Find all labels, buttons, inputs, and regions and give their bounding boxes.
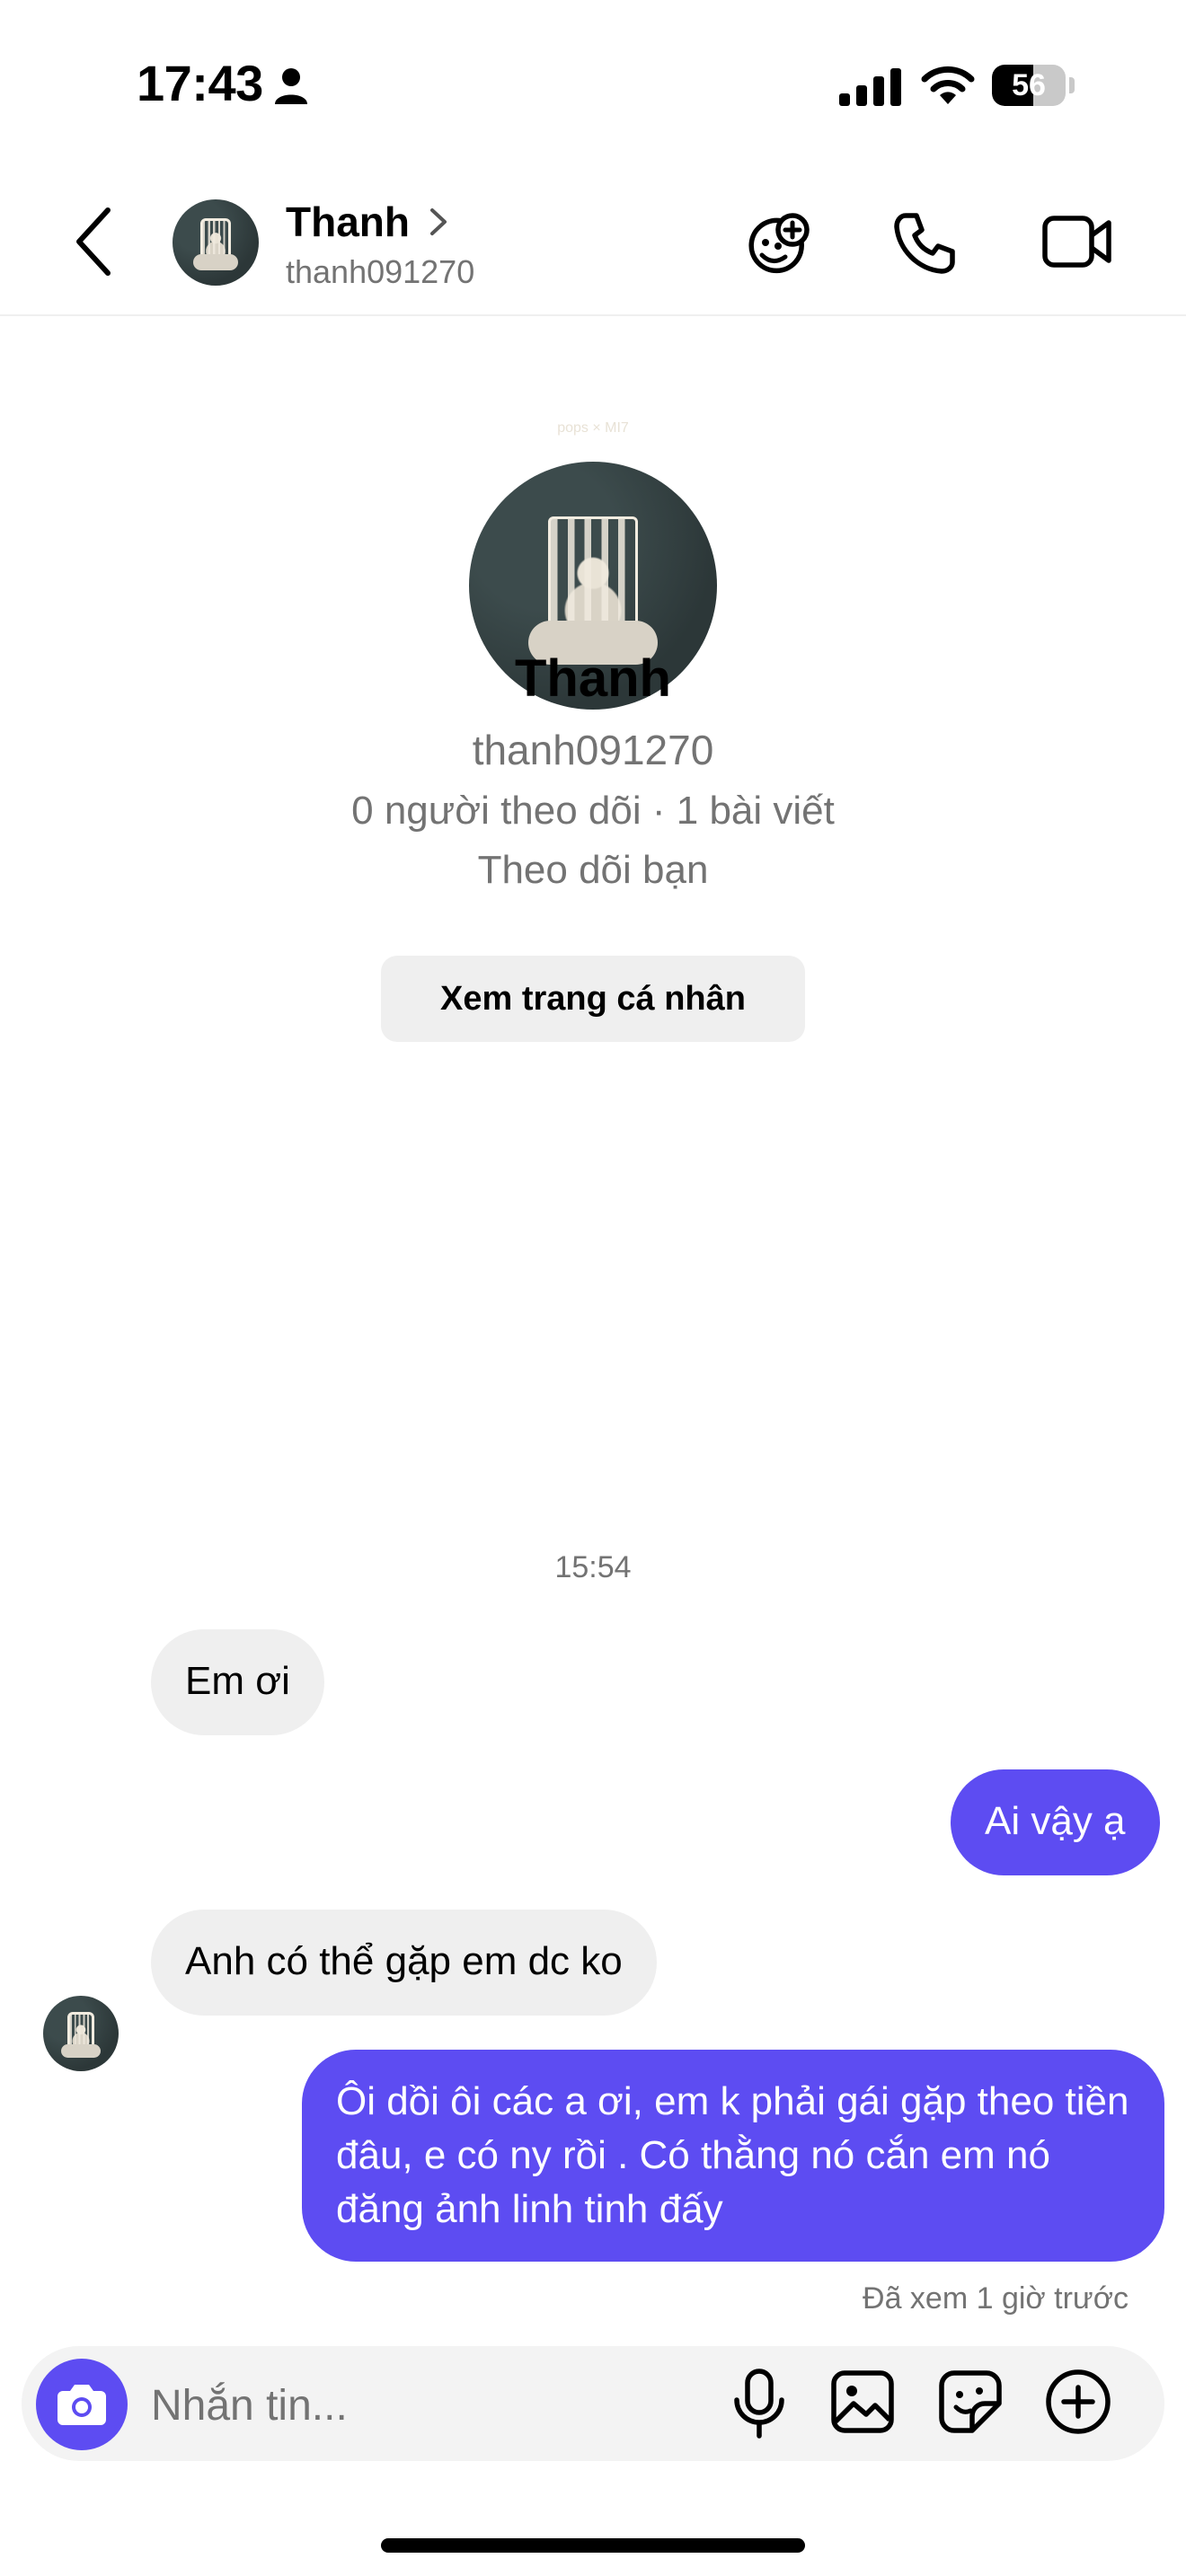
view-profile-button[interactable]: Xem trang cá nhân xyxy=(381,956,805,1042)
microphone-icon[interactable] xyxy=(730,2368,789,2439)
avatar-brand-text: pops × MI7 xyxy=(557,420,629,436)
follows-you-label: Theo dõi bạn xyxy=(477,848,709,892)
header-divider xyxy=(0,314,1186,316)
image-icon[interactable] xyxy=(830,2369,895,2434)
battery-icon: 56 xyxy=(992,65,1075,106)
sticker-icon[interactable] xyxy=(936,2368,1005,2436)
sticker-effects-icon[interactable] xyxy=(746,208,814,277)
profile-stats: 0 người theo dõi · 1 bài viết xyxy=(351,789,835,833)
profile-username: thanh091270 xyxy=(472,727,714,773)
status-time: 17:43 xyxy=(137,55,263,111)
header-name[interactable]: Thanh xyxy=(286,198,410,246)
message-input[interactable] xyxy=(151,2369,690,2441)
person-icon xyxy=(275,68,307,104)
header-username[interactable]: thanh091270 xyxy=(286,253,474,291)
home-indicator xyxy=(381,2538,805,2553)
battery-level: 56 xyxy=(1012,68,1046,102)
incoming-message[interactable]: Em ơi xyxy=(151,1629,324,1735)
profile-name: Thanh xyxy=(515,649,671,708)
message-avatar[interactable] xyxy=(43,1996,119,2071)
chevron-right-icon[interactable] xyxy=(428,207,449,237)
incoming-message[interactable]: Anh có thể gặp em dc ko xyxy=(151,1910,657,2016)
message-timestamp: 15:54 xyxy=(554,1550,632,1584)
camera-icon xyxy=(58,2385,106,2425)
header-avatar[interactable] xyxy=(173,199,259,286)
phone-icon[interactable] xyxy=(893,210,958,275)
outgoing-message[interactable]: Ôi dồi ôi các a ơi, em k phải gái gặp th… xyxy=(302,2050,1164,2262)
plus-circle-icon[interactable] xyxy=(1044,2368,1112,2436)
back-icon[interactable] xyxy=(63,203,131,280)
signal-icon xyxy=(839,68,901,106)
wifi-icon xyxy=(921,66,975,104)
video-camera-icon[interactable] xyxy=(1042,214,1112,269)
camera-button[interactable] xyxy=(36,2359,128,2450)
outgoing-message[interactable]: Ai vậy ạ xyxy=(951,1769,1160,1875)
seen-status: Đã xem 1 giờ trước xyxy=(863,2281,1128,2316)
